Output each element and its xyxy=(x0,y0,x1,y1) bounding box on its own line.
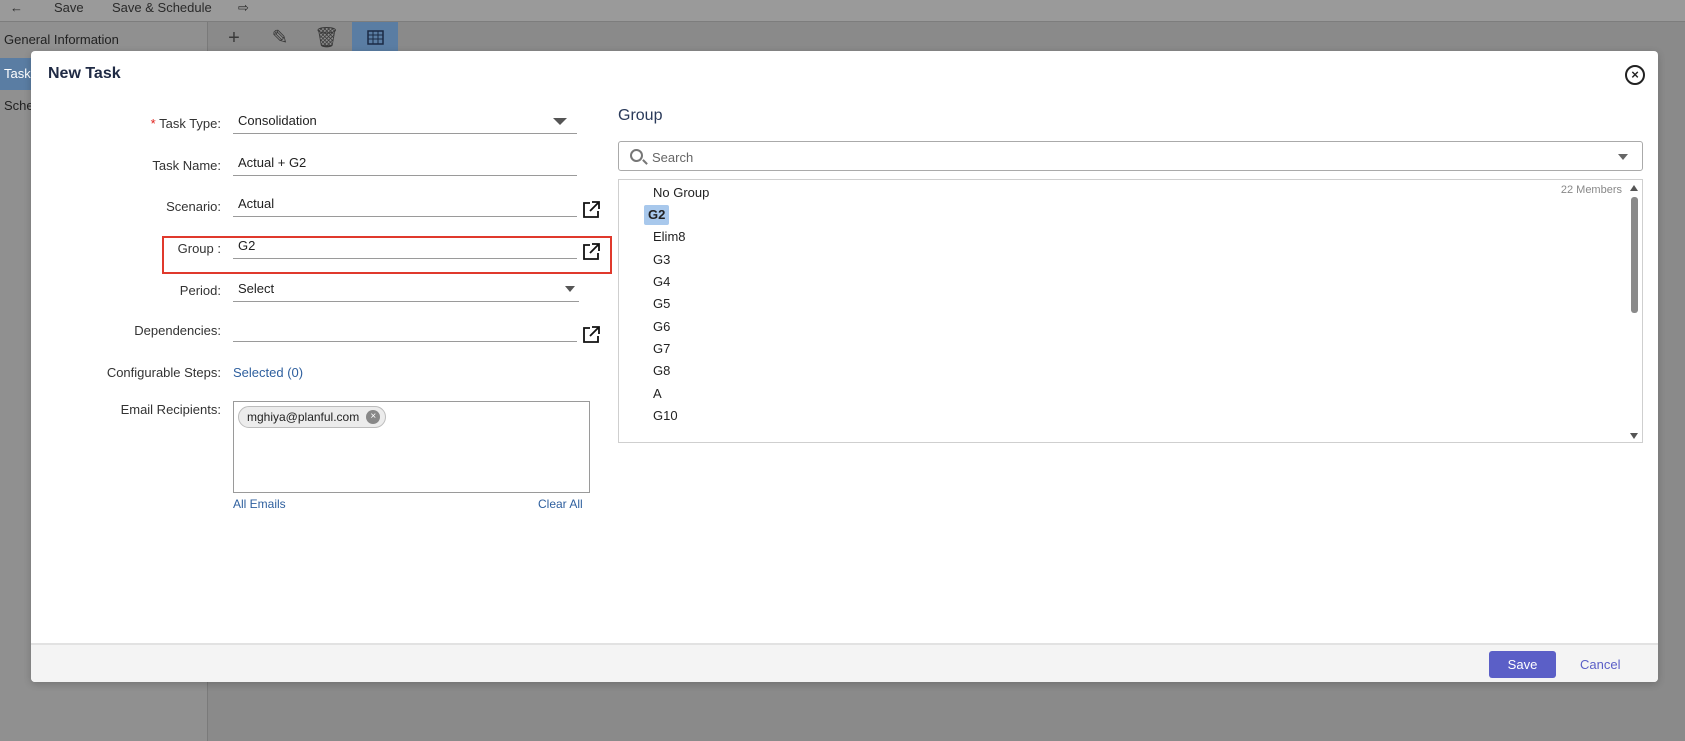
list-item[interactable]: G10 xyxy=(649,406,682,426)
required-marker: * xyxy=(150,116,160,131)
group-label: Group : xyxy=(177,241,221,256)
list-item-selected[interactable]: G2 xyxy=(644,205,670,225)
email-chip-label: mghiya@planful.com xyxy=(247,410,360,424)
add-icon[interactable]: + xyxy=(222,26,246,50)
period-value: Select xyxy=(238,281,275,296)
modal-footer: Save Cancel xyxy=(31,643,1658,682)
scroll-up-icon[interactable] xyxy=(1630,185,1638,191)
group-search-input[interactable] xyxy=(652,148,1552,166)
edit-icon[interactable]: ✎ xyxy=(268,26,292,50)
open-external-icon[interactable] xyxy=(582,201,600,219)
group-search[interactable] xyxy=(618,141,1643,171)
list-item[interactable]: G4 xyxy=(649,272,674,292)
chevron-down-icon xyxy=(553,118,567,125)
email-recipients-label: Email Recipients: xyxy=(120,402,221,417)
open-external-icon[interactable] xyxy=(582,326,600,344)
chevron-down-icon[interactable] xyxy=(1618,154,1628,160)
background-toolbar: ← Save Save & Schedule ⇨ xyxy=(0,0,1685,22)
task-type-label: * Task Type: xyxy=(150,116,221,131)
grid-icon xyxy=(367,30,384,45)
sidebar-item-task[interactable]: Task xyxy=(0,58,32,90)
clear-all-link[interactable]: Clear All xyxy=(538,497,583,511)
group-input[interactable]: G2 xyxy=(233,233,577,259)
save-button[interactable]: Save xyxy=(1489,651,1556,678)
task-type-value: Consolidation xyxy=(238,113,317,128)
new-task-modal: New Task × * Task Type: Consolidation Ta… xyxy=(31,51,1658,682)
chevron-down-icon xyxy=(565,286,575,292)
all-emails-link[interactable]: All Emails xyxy=(233,497,286,511)
list-item[interactable]: G7 xyxy=(649,339,674,359)
list-item[interactable]: Elim8 xyxy=(649,227,690,247)
bg-save-button[interactable]: Save xyxy=(54,0,84,15)
group-list: 22 Members No Group G2 Elim8 G3 G4 G5 G6… xyxy=(618,179,1643,443)
search-icon xyxy=(630,149,643,162)
remove-chip-icon[interactable]: × xyxy=(366,410,381,424)
dependencies-input[interactable] xyxy=(233,316,577,342)
members-count: 22 Members xyxy=(1560,184,1622,196)
task-name-label: Task Name: xyxy=(152,158,221,173)
list-item[interactable]: A xyxy=(649,384,666,404)
back-arrow-icon[interactable]: ← xyxy=(10,0,23,15)
modal-title: New Task xyxy=(48,65,121,82)
configurable-steps-link[interactable]: Selected (0) xyxy=(233,365,303,380)
list-item[interactable]: G5 xyxy=(649,294,674,314)
list-scrollbar[interactable] xyxy=(1627,180,1641,442)
share-icon[interactable]: ⇨ xyxy=(238,0,249,16)
list-item[interactable]: G6 xyxy=(649,317,674,337)
cancel-button[interactable]: Cancel xyxy=(1580,657,1620,672)
grid-view-button[interactable] xyxy=(352,22,398,54)
sidebar-item-schedule[interactable]: Sche xyxy=(0,90,32,122)
period-label: Period: xyxy=(179,283,221,298)
scenario-label: Scenario: xyxy=(166,199,221,214)
list-item[interactable]: G8 xyxy=(649,361,674,381)
list-item[interactable]: No Group xyxy=(649,183,713,203)
configurable-steps-label: Configurable Steps: xyxy=(106,365,221,380)
bg-save-schedule-button[interactable]: Save & Schedule xyxy=(112,0,212,15)
delete-icon[interactable]: 🗑 xyxy=(314,26,339,50)
scenario-input[interactable]: Actual xyxy=(233,191,577,217)
task-name-input[interactable]: Actual + G2 xyxy=(233,150,577,176)
dependencies-label: Dependencies: xyxy=(134,323,221,338)
open-external-icon[interactable] xyxy=(582,243,600,261)
scroll-down-icon[interactable] xyxy=(1630,433,1638,439)
close-icon[interactable]: × xyxy=(1625,65,1645,85)
email-recipients-box[interactable]: mghiya@planful.com × xyxy=(233,401,590,493)
email-chip: mghiya@planful.com × xyxy=(238,406,387,428)
scroll-thumb[interactable] xyxy=(1631,197,1638,313)
list-item[interactable]: G3 xyxy=(649,250,674,270)
task-type-dropdown[interactable]: Consolidation xyxy=(233,108,577,134)
group-panel-title: Group xyxy=(618,107,663,124)
period-dropdown[interactable]: Select xyxy=(233,276,579,302)
